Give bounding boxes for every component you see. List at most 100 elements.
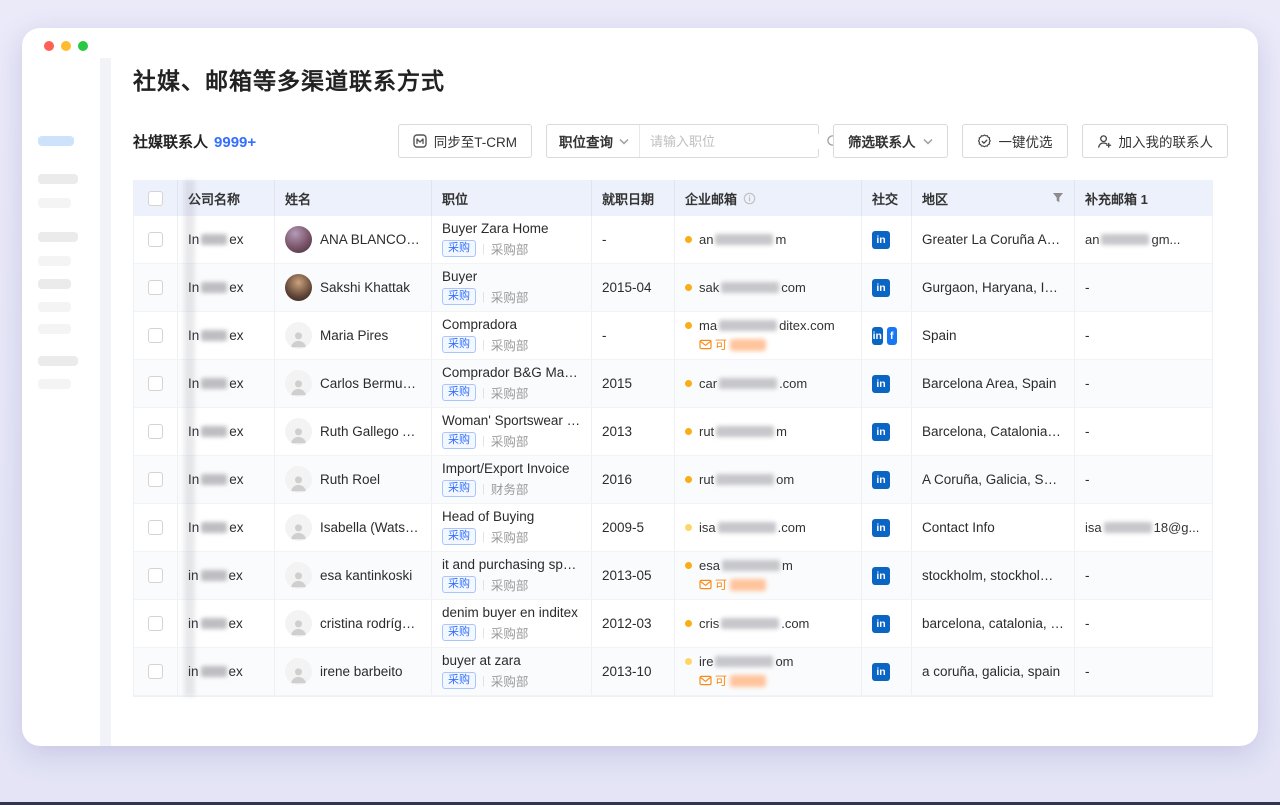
- contact-name: ANA BLANCO REY: [320, 232, 421, 247]
- header-name[interactable]: 姓名: [275, 180, 432, 216]
- linkedin-icon[interactable]: in: [872, 423, 890, 441]
- filter-funnel-icon[interactable]: [1052, 192, 1064, 204]
- region-cell: Spain: [912, 312, 1075, 359]
- email-status-dot: [685, 524, 692, 531]
- region-cell: Barcelona Area, Spain: [912, 360, 1075, 407]
- add-to-my-contacts-button[interactable]: 加入我的联系人: [1082, 124, 1229, 158]
- email-cell: isa.com: [675, 504, 862, 551]
- chevron-down-icon: [619, 138, 629, 145]
- name-cell[interactable]: Sakshi Khattak: [275, 264, 432, 311]
- maximize-window-icon[interactable]: [78, 41, 88, 51]
- contact-name: Ruth Roel: [320, 472, 380, 487]
- tag-separator: |: [482, 387, 485, 399]
- name-cell[interactable]: irene barbeito: [275, 648, 432, 695]
- close-window-icon[interactable]: [44, 41, 54, 51]
- row-checkbox[interactable]: [148, 328, 163, 343]
- region-cell: Greater La Coruña Area: [912, 216, 1075, 263]
- email-value[interactable]: maditex.com: [685, 318, 835, 333]
- name-cell[interactable]: ANA BLANCO REY: [275, 216, 432, 263]
- redacted-text: [201, 666, 227, 677]
- avatar-placeholder-icon: [285, 658, 312, 685]
- envelope-icon: [699, 675, 712, 686]
- linkedin-icon[interactable]: in: [872, 567, 890, 585]
- position-search-input[interactable]: [650, 134, 826, 149]
- email-value[interactable]: sakcom: [685, 280, 806, 295]
- header-region[interactable]: 地区: [912, 180, 1075, 216]
- row-checkbox[interactable]: [148, 472, 163, 487]
- position-cell: buyer at zara 采购 | 采购部: [432, 648, 592, 695]
- row-checkbox[interactable]: [148, 520, 163, 535]
- header-email[interactable]: 企业邮箱: [675, 180, 862, 216]
- linkedin-icon[interactable]: in: [872, 471, 890, 489]
- table-body: Inex ANA BLANCO REY Buyer Zara Home 采购 |…: [134, 216, 1212, 696]
- position-cell: Buyer Zara Home 采购 | 采购部: [432, 216, 592, 263]
- facebook-icon[interactable]: f: [887, 327, 898, 345]
- email-status-dot: [685, 620, 692, 627]
- row-checkbox[interactable]: [148, 232, 163, 247]
- name-cell[interactable]: esa kantinkoski: [275, 552, 432, 599]
- one-click-optimize-button[interactable]: 一键优选: [962, 124, 1068, 158]
- row-checkbox[interactable]: [148, 376, 163, 391]
- procurement-tag: 采购: [442, 384, 476, 401]
- filter-contacts-dropdown[interactable]: 筛选联系人: [833, 124, 948, 158]
- extra-email-cell: -: [1075, 312, 1210, 359]
- region-cell: stockholm, stockholms ...: [912, 552, 1075, 599]
- tag-separator: |: [482, 579, 485, 591]
- linkedin-icon[interactable]: in: [872, 375, 890, 393]
- email-value[interactable]: rutm: [685, 424, 787, 439]
- email-cell: anm: [675, 216, 862, 263]
- name-cell[interactable]: Carlos Bermudo Cr...: [275, 360, 432, 407]
- name-cell[interactable]: Ruth Roel: [275, 456, 432, 503]
- row-checkbox[interactable]: [148, 424, 163, 439]
- email-cell: cris.com: [675, 600, 862, 647]
- name-cell[interactable]: Maria Pires: [275, 312, 432, 359]
- header-start-date[interactable]: 就职日期: [592, 180, 675, 216]
- contact-name: Isabella (Watson) L...: [320, 520, 421, 535]
- email-reply-badge: 可: [699, 336, 766, 353]
- header-social[interactable]: 社交: [862, 180, 912, 216]
- sync-to-crm-button[interactable]: 同步至T-CRM: [398, 124, 532, 158]
- row-checkbox[interactable]: [148, 616, 163, 631]
- department-label: 采购部: [491, 431, 529, 450]
- name-cell[interactable]: Isabella (Watson) L...: [275, 504, 432, 551]
- linkedin-icon[interactable]: in: [872, 327, 883, 345]
- email-value[interactable]: ireom: [685, 654, 794, 669]
- select-all-checkbox[interactable]: [148, 191, 163, 206]
- extra-email-cell: -: [1075, 600, 1210, 647]
- reply-badge-label: 可: [715, 672, 727, 689]
- company-cell: Inex: [178, 216, 275, 263]
- linkedin-icon[interactable]: in: [872, 519, 890, 537]
- name-cell[interactable]: Ruth Gallego Agulló: [275, 408, 432, 455]
- email-value[interactable]: cris.com: [685, 616, 809, 631]
- position-cell: Compradora 采购 | 采购部: [432, 312, 592, 359]
- position-title: Buyer Zara Home: [442, 221, 549, 236]
- linkedin-icon[interactable]: in: [872, 663, 890, 681]
- row-checkbox[interactable]: [148, 280, 163, 295]
- minimize-window-icon[interactable]: [61, 41, 71, 51]
- header-position[interactable]: 职位: [432, 180, 592, 216]
- email-value[interactable]: car.com: [685, 376, 807, 391]
- row-checkbox[interactable]: [148, 568, 163, 583]
- header-extra-email[interactable]: 补充邮箱 1: [1075, 180, 1210, 216]
- email-value[interactable]: isa.com: [685, 520, 806, 535]
- header-company[interactable]: 公司名称: [178, 180, 275, 216]
- name-cell[interactable]: cristina rodríguez: [275, 600, 432, 647]
- email-value[interactable]: esam: [685, 558, 793, 573]
- email-status-dot: [685, 476, 692, 483]
- extra-email-cell: -: [1075, 264, 1210, 311]
- linkedin-icon[interactable]: in: [872, 231, 890, 249]
- procurement-tag: 采购: [442, 624, 476, 641]
- sidebar-skeleton-item: [38, 232, 78, 242]
- table-row: inex irene barbeito buyer at zara 采购 | 采…: [134, 648, 1212, 696]
- redacted-text: [715, 234, 773, 245]
- email-value[interactable]: anm: [685, 232, 786, 247]
- info-icon[interactable]: [743, 192, 756, 205]
- extra-email-cell: isa18@g...: [1075, 504, 1210, 551]
- linkedin-icon[interactable]: in: [872, 615, 890, 633]
- linkedin-icon[interactable]: in: [872, 279, 890, 297]
- row-checkbox[interactable]: [148, 664, 163, 679]
- position-query-dropdown[interactable]: 职位查询: [547, 125, 640, 157]
- department-label: 采购部: [491, 287, 529, 306]
- avatar-placeholder-icon: [285, 370, 312, 397]
- email-value[interactable]: rutom: [685, 472, 794, 487]
